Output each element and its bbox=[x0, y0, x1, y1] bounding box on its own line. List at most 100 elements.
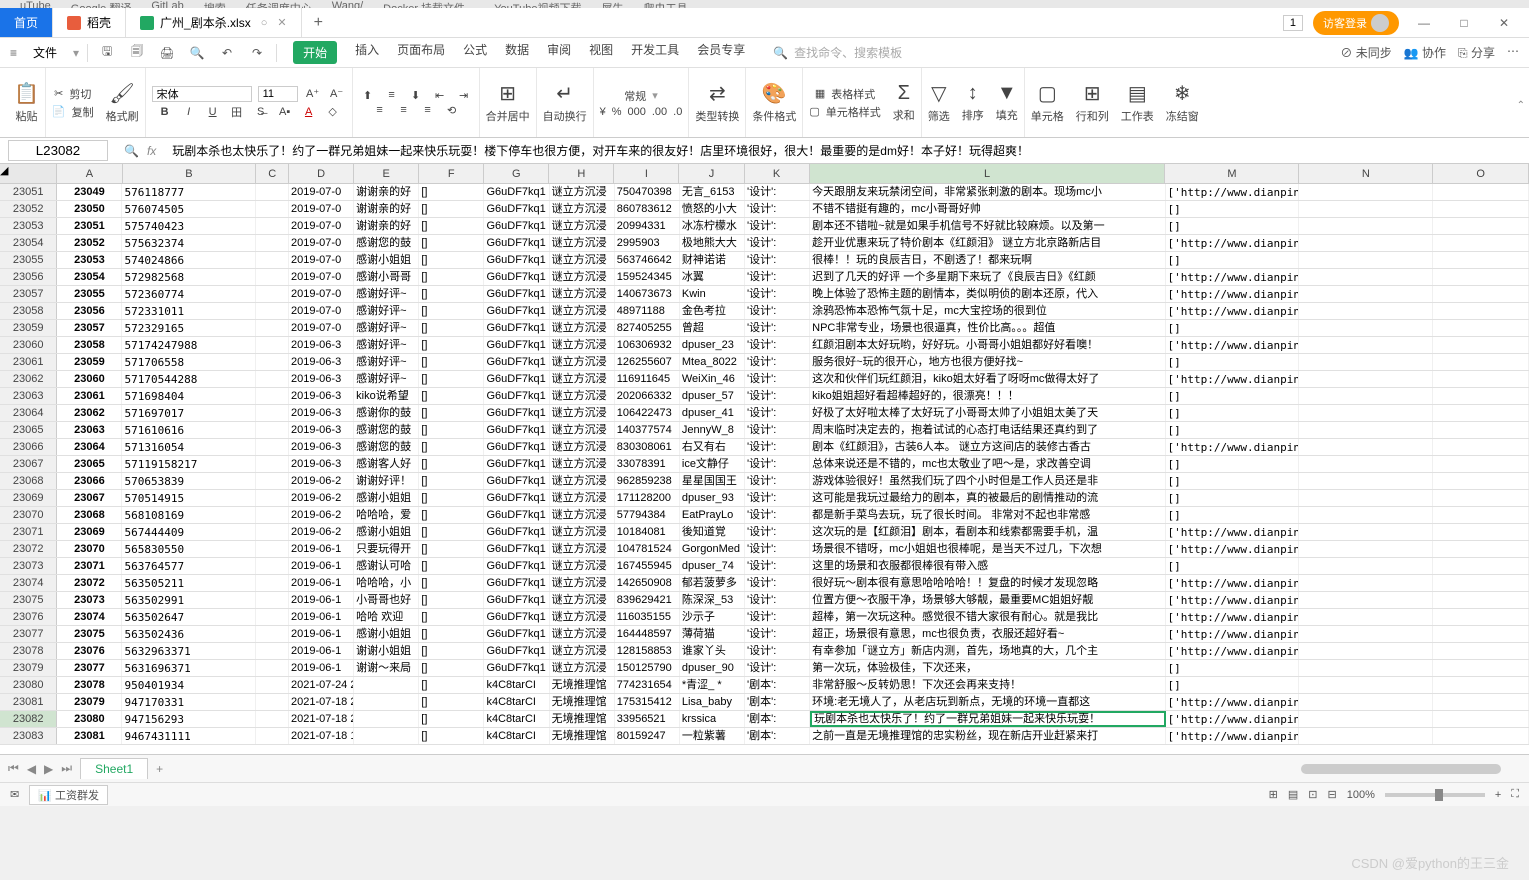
col-header-I[interactable]: I bbox=[614, 164, 679, 183]
cell[interactable]: 谜立方沉浸 bbox=[550, 218, 615, 234]
cell[interactable] bbox=[256, 660, 289, 676]
cell[interactable]: ['http://www.dianping.com/photos bbox=[1166, 439, 1300, 455]
cell[interactable]: G6uDF7kq1 bbox=[484, 575, 549, 591]
cell[interactable]: 159524345 bbox=[615, 269, 680, 285]
cell[interactable]: G6uDF7kq1 bbox=[484, 388, 549, 404]
cell[interactable]: 2019-07-0 bbox=[289, 269, 354, 285]
indent-left-icon[interactable]: ⇤ bbox=[431, 89, 449, 102]
cell[interactable] bbox=[1299, 269, 1433, 285]
cell[interactable]: 之前一直是无境推理馆的忠实粉丝，现在新店开业赶紧来打 bbox=[810, 728, 1165, 744]
col-header-B[interactable]: B bbox=[123, 164, 257, 183]
cell[interactable]: '设计': bbox=[745, 439, 810, 455]
cell[interactable] bbox=[1299, 456, 1433, 472]
filter-icon[interactable]: ▽ bbox=[931, 81, 946, 106]
cell[interactable]: G6uDF7kq1 bbox=[484, 490, 549, 506]
decrease-font-icon[interactable]: A⁻ bbox=[328, 87, 346, 100]
cell[interactable]: 郁若菠萝多 bbox=[680, 575, 745, 591]
cell[interactable]: 哈哈哈，爱 bbox=[354, 507, 419, 523]
save-icon[interactable]: 🖫 bbox=[96, 42, 118, 64]
cell[interactable]: 2019-06-2 bbox=[289, 507, 354, 523]
cell[interactable]: ice文静仔 bbox=[680, 456, 745, 472]
cell[interactable]: '设计': bbox=[745, 337, 810, 353]
cell[interactable]: 9467431111 bbox=[122, 728, 256, 744]
copy-icon[interactable]: 📄 bbox=[52, 105, 66, 118]
cell[interactable] bbox=[256, 320, 289, 336]
cell[interactable]: 2019-07-0 bbox=[289, 235, 354, 251]
cell[interactable]: 33078391 bbox=[615, 456, 680, 472]
cell[interactable]: G6uDF7kq1 bbox=[484, 439, 549, 455]
cell[interactable]: '设计': bbox=[745, 643, 810, 659]
cell[interactable]: 126255607 bbox=[615, 354, 680, 370]
cell[interactable]: 571698404 bbox=[122, 388, 256, 404]
cell[interactable] bbox=[1433, 235, 1529, 251]
cell[interactable]: G6uDF7kq1 bbox=[484, 252, 549, 268]
cell[interactable]: G6uDF7kq1 bbox=[484, 473, 549, 489]
font-color-icon[interactable]: A bbox=[300, 106, 318, 118]
cell[interactable] bbox=[1433, 643, 1529, 659]
cell[interactable] bbox=[354, 677, 419, 693]
cut-icon[interactable]: ✂ bbox=[54, 87, 63, 100]
cell[interactable]: ['http://www.dianping.com/photos bbox=[1166, 371, 1300, 387]
cell[interactable]: G6uDF7kq1 bbox=[484, 303, 549, 319]
cell[interactable]: 剧本还不错啦~就是如果手机信号不好就比较麻烦。以及第一 bbox=[810, 218, 1165, 234]
cell[interactable] bbox=[1299, 677, 1433, 693]
cell[interactable]: G6uDF7kq1 bbox=[484, 269, 549, 285]
cell[interactable]: 568108169 bbox=[122, 507, 256, 523]
cell[interactable]: 2019-07-0 bbox=[289, 252, 354, 268]
cell[interactable]: [] bbox=[419, 711, 484, 727]
cell[interactable]: [] bbox=[1166, 320, 1300, 336]
cell[interactable]: 750470398 bbox=[615, 184, 680, 200]
align-right-icon[interactable]: ≡ bbox=[419, 104, 437, 116]
menu-icon[interactable]: ≡ bbox=[10, 46, 17, 60]
cell[interactable] bbox=[1299, 286, 1433, 302]
cell[interactable]: 570653839 bbox=[122, 473, 256, 489]
cell[interactable] bbox=[256, 405, 289, 421]
cell[interactable] bbox=[1433, 286, 1529, 302]
cell[interactable]: 谜立方沉浸 bbox=[550, 558, 615, 574]
cell[interactable] bbox=[1433, 303, 1529, 319]
cell[interactable]: [] bbox=[419, 677, 484, 693]
row-header[interactable]: 23070 bbox=[0, 507, 57, 523]
cell[interactable]: 164448597 bbox=[615, 626, 680, 642]
cell[interactable]: 150125790 bbox=[615, 660, 680, 676]
cell[interactable]: 超棒，第一次玩这种。感觉很不错大家很有耐心。就是我比 bbox=[810, 609, 1165, 625]
cell[interactable]: 20994331 bbox=[615, 218, 680, 234]
cell[interactable]: 感谢认可哈 bbox=[354, 558, 419, 574]
cell[interactable]: 无境推理馆 bbox=[550, 711, 615, 727]
freeze-icon[interactable]: ❄ bbox=[1174, 81, 1191, 106]
cell[interactable] bbox=[1299, 337, 1433, 353]
cell[interactable] bbox=[1433, 388, 1529, 404]
cell[interactable]: 感谢小姐姐 bbox=[354, 490, 419, 506]
cell[interactable]: 2995903 bbox=[615, 235, 680, 251]
cell[interactable]: ['http://www.dianping.com/photos bbox=[1166, 609, 1300, 625]
cell[interactable]: G6uDF7kq1 bbox=[484, 184, 549, 200]
cell[interactable]: 这里的场景和衣服都很棒很有带入感 bbox=[810, 558, 1165, 574]
cell[interactable]: G6uDF7kq1 bbox=[484, 660, 549, 676]
row-header[interactable]: 23081 bbox=[0, 694, 57, 710]
bookmark-item[interactable]: 任务调度中心 bbox=[246, 0, 312, 8]
cell[interactable]: 第一次玩，体验极佳，下次还来， bbox=[810, 660, 1165, 676]
cell[interactable]: 感谢好评~ bbox=[354, 320, 419, 336]
cell[interactable] bbox=[1433, 728, 1529, 744]
cell[interactable]: 这次和伙伴们玩红颜泪，kiko姐太好看了呀呀mc做得太好了 bbox=[810, 371, 1165, 387]
cell[interactable]: 575632374 bbox=[122, 235, 256, 251]
cell[interactable]: 很好玩～剧本很有意思哈哈哈哈！！复盘的时候才发现忽略 bbox=[810, 575, 1165, 591]
cell[interactable]: [] bbox=[419, 286, 484, 302]
cell[interactable]: 23075 bbox=[57, 626, 122, 642]
cell[interactable]: 感谢你的鼓 bbox=[354, 405, 419, 421]
cell[interactable] bbox=[256, 269, 289, 285]
row-header[interactable]: 23060 bbox=[0, 337, 57, 353]
cell[interactable]: 谜立方沉浸 bbox=[550, 337, 615, 353]
row-header[interactable]: 23052 bbox=[0, 201, 57, 217]
cell[interactable]: 谜立方沉浸 bbox=[550, 524, 615, 540]
align-top-icon[interactable]: ⬆ bbox=[359, 89, 377, 102]
cell[interactable] bbox=[1433, 592, 1529, 608]
cell[interactable]: '设计': bbox=[745, 490, 810, 506]
cell[interactable]: 谜立方沉浸 bbox=[550, 371, 615, 387]
cell[interactable]: G6uDF7kq1 bbox=[484, 507, 549, 523]
undo-icon[interactable]: ↶ bbox=[216, 42, 238, 64]
cell[interactable]: 23065 bbox=[57, 456, 122, 472]
cell[interactable]: [] bbox=[419, 422, 484, 438]
cell[interactable]: 140673673 bbox=[615, 286, 680, 302]
cell[interactable]: 2019-06-2 bbox=[289, 473, 354, 489]
